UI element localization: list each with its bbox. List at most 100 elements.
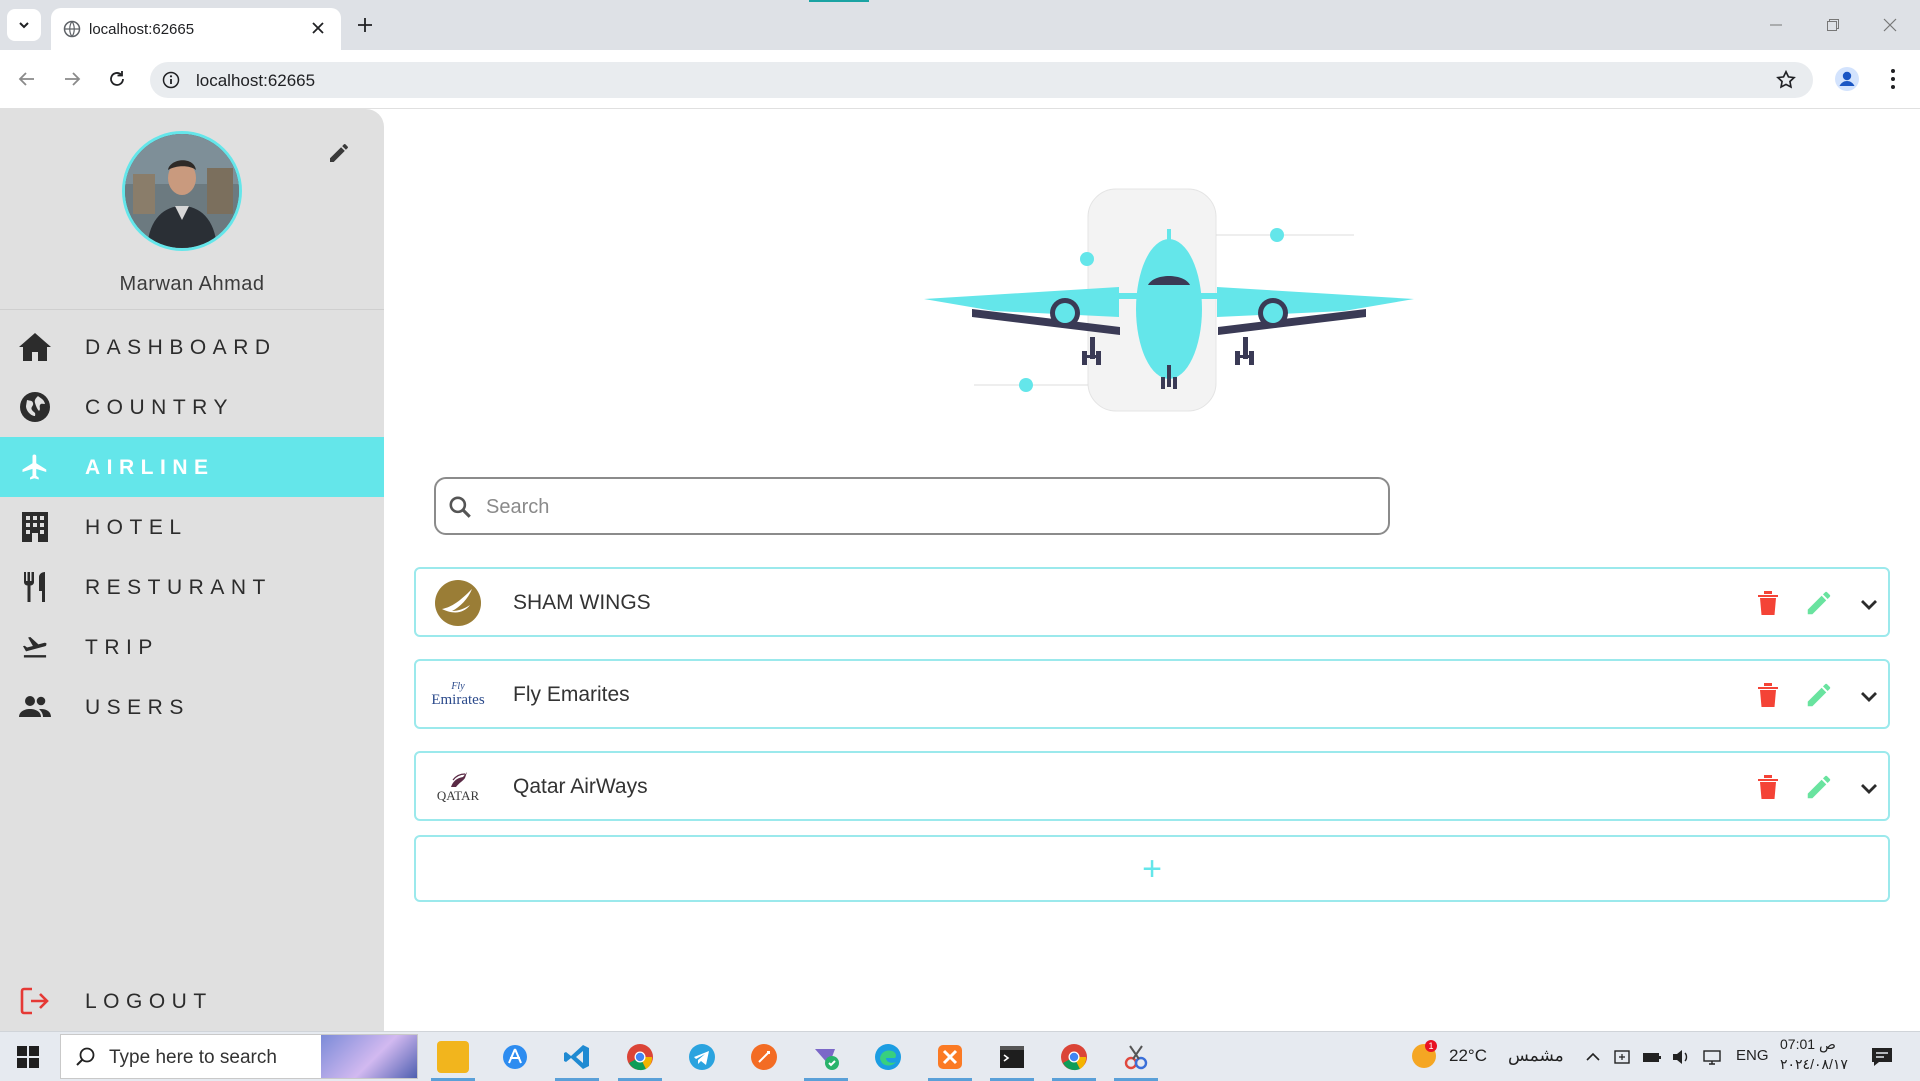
url-text[interactable]: localhost:62665	[196, 71, 315, 91]
sidebar-item-dashboard[interactable]: DASHBOARD	[0, 317, 384, 377]
airline-name: SHAM WINGS	[513, 591, 651, 614]
user-photo	[125, 134, 239, 248]
new-tab-button[interactable]	[352, 12, 378, 38]
reload-icon	[110, 71, 124, 86]
telegram-icon[interactable]	[686, 1041, 718, 1073]
clock-time[interactable]: 07:01 ص	[1780, 1036, 1836, 1053]
browser-tab[interactable]: localhost:62665	[51, 8, 341, 50]
restore-button[interactable]	[1821, 14, 1845, 36]
main-content: SHAM WINGS Fly Emirates Fly Emarites QAT…	[384, 109, 1920, 1031]
windows-taskbar: Type here to search 1 22°C مشمس ENG 07:0…	[0, 1031, 1920, 1081]
info-icon[interactable]	[162, 71, 180, 89]
notification-icon[interactable]	[1870, 1045, 1894, 1069]
address-bar[interactable]: localhost:62665	[150, 62, 1813, 98]
flight-takeoff-icon	[18, 631, 52, 663]
sidebar-item-airline[interactable]: AIRLINE	[0, 437, 384, 497]
terminal-icon[interactable]	[990, 1041, 1034, 1081]
pencil-icon	[330, 144, 348, 162]
airline-card[interactable]: QATAR Qatar AirWays	[414, 751, 1890, 821]
volume-icon[interactable]	[1671, 1047, 1691, 1067]
bookmark-star-icon[interactable]	[1775, 69, 1797, 91]
sidebar-item-label: USERS	[85, 696, 190, 719]
weather-temperature[interactable]: 22°C	[1449, 1046, 1487, 1066]
arrow-left-icon	[18, 72, 34, 86]
tab-close-icon[interactable]	[307, 17, 329, 39]
sidebar-item-label: DASHBOARD	[85, 336, 277, 359]
display-icon[interactable]	[1702, 1047, 1722, 1067]
arrow-right-icon	[65, 72, 81, 86]
trash-icon[interactable]	[1756, 772, 1780, 800]
forward-button[interactable]	[59, 66, 85, 92]
windows-start-icon[interactable]	[16, 1045, 40, 1069]
chevron-down-icon[interactable]	[1858, 593, 1880, 615]
browser-toolbar: localhost:62665	[0, 50, 1920, 109]
logout-button[interactable]: LOGOUT	[0, 971, 384, 1031]
globe-favicon-icon	[63, 20, 81, 38]
search-field[interactable]	[434, 477, 1390, 535]
pencil-icon[interactable]	[1804, 680, 1834, 710]
todo-app-icon[interactable]	[804, 1041, 848, 1081]
airline-name: Qatar AirWays	[513, 775, 648, 798]
chevron-down-icon[interactable]	[1858, 685, 1880, 707]
minimize-icon	[1770, 24, 1782, 26]
minimize-button[interactable]	[1764, 14, 1788, 36]
logout-label: LOGOUT	[85, 990, 213, 1013]
airline-card[interactable]: Fly Emirates Fly Emarites	[414, 659, 1890, 729]
vscode-icon[interactable]	[555, 1041, 599, 1081]
emirates-logo: Fly Emirates	[431, 671, 485, 719]
sidebar: Marwan Ahmad DASHBOARD COUNTRY AIRLINE H…	[0, 109, 384, 1031]
search-input[interactable]	[484, 491, 1368, 523]
sidebar-item-users[interactable]: USERS	[0, 677, 384, 737]
sidebar-item-label: HOTEL	[85, 516, 188, 539]
trash-icon[interactable]	[1756, 680, 1780, 708]
language-indicator[interactable]: ENG	[1736, 1047, 1769, 1064]
profile-icon[interactable]	[1834, 66, 1860, 92]
logo-text-small: Fly	[451, 681, 465, 692]
snipping-tool-icon[interactable]	[1114, 1041, 1158, 1081]
qatar-logo: QATAR	[434, 763, 482, 811]
clock-date[interactable]: ٢٠٢٤/٠٨/١٧	[1780, 1056, 1848, 1073]
battery-icon[interactable]	[1642, 1047, 1662, 1067]
postman-icon[interactable]	[748, 1041, 780, 1073]
logo-text: QATAR	[436, 788, 480, 803]
loading-indicator	[809, 0, 869, 2]
network-status-icon[interactable]	[1613, 1047, 1633, 1067]
weather-badge: 1	[1425, 1040, 1437, 1052]
logo-text: Emirates	[431, 692, 485, 708]
xampp-icon[interactable]	[928, 1041, 972, 1081]
trash-icon[interactable]	[1756, 588, 1780, 616]
tab-search-button[interactable]	[7, 9, 41, 41]
chevron-down-icon[interactable]	[1858, 777, 1880, 799]
sidebar-divider	[0, 309, 384, 310]
edit-profile-button[interactable]	[324, 138, 354, 168]
logout-icon	[18, 985, 52, 1017]
chevron-up-icon[interactable]	[1583, 1047, 1603, 1067]
sidebar-item-hotel[interactable]: HOTEL	[0, 497, 384, 557]
globe-icon	[18, 391, 52, 423]
restaurant-icon	[18, 571, 52, 603]
sidebar-item-country[interactable]: COUNTRY	[0, 377, 384, 437]
sidebar-item-restaurant[interactable]: RESTURANT	[0, 557, 384, 617]
sidebar-item-trip[interactable]: TRIP	[0, 617, 384, 677]
back-button[interactable]	[14, 66, 40, 92]
sidebar-item-label: TRIP	[85, 636, 159, 659]
kebab-menu-icon[interactable]	[1882, 66, 1904, 92]
taskbar-search[interactable]: Type here to search	[60, 1034, 418, 1079]
add-airline-button[interactable]: +	[414, 835, 1890, 902]
close-window-button[interactable]	[1878, 14, 1902, 36]
search-icon	[76, 1047, 95, 1066]
airline-card[interactable]: SHAM WINGS	[414, 567, 1890, 637]
edge-icon[interactable]	[872, 1041, 904, 1073]
pencil-icon[interactable]	[1804, 772, 1834, 802]
search-highlight-image	[321, 1035, 417, 1078]
user-name: Marwan Ahmad	[119, 273, 265, 295]
people-icon	[18, 691, 52, 723]
weather-description[interactable]: مشمس	[1508, 1046, 1564, 1066]
pencil-icon[interactable]	[1804, 588, 1834, 618]
chrome-profile-icon[interactable]	[1052, 1041, 1096, 1081]
reload-button[interactable]	[104, 66, 130, 92]
airline-name: Fly Emarites	[513, 683, 630, 706]
file-explorer-icon[interactable]	[431, 1041, 475, 1081]
chrome-icon[interactable]	[618, 1041, 662, 1081]
app-store-icon[interactable]	[499, 1041, 531, 1073]
